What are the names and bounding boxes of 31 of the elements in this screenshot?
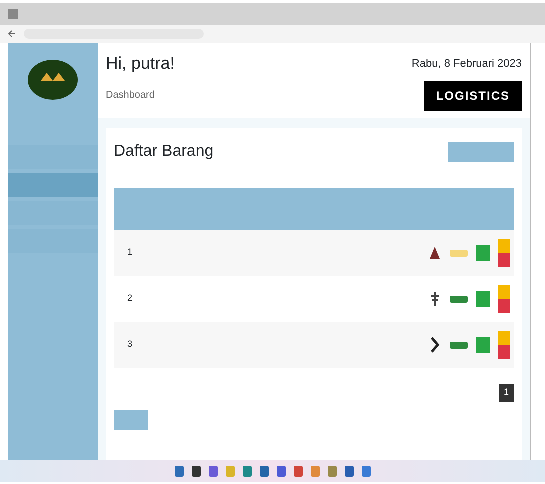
taskbar-app-icon[interactable] [276,466,286,476]
row-number: 1 [126,246,134,260]
back-button[interactable] [114,410,148,430]
sidebar-item[interactable] [8,145,98,169]
browser-tab-icon[interactable] [8,9,18,19]
logo-icon [27,59,79,101]
breadcrumb[interactable]: Dashboard [106,88,155,103]
edit-button[interactable] [476,245,490,261]
logo-text: LOGISTICS [424,80,522,110]
add-button[interactable] [448,142,514,162]
row-number: 2 [126,292,134,306]
delete-button[interactable] [498,345,510,359]
taskbar-app-icon[interactable] [192,466,200,476]
taskbar-app-icon[interactable] [260,466,268,476]
delete-button[interactable] [498,253,510,267]
page-button[interactable]: 1 [498,384,514,402]
sidebar-item[interactable] [8,201,98,225]
sidebar-item[interactable] [8,173,98,197]
date-text: Rabu, 8 Februari 2023 [412,56,522,72]
edit-button[interactable] [476,291,490,307]
edit-button[interactable] [476,337,490,353]
page-title: Daftar Barang [114,142,214,162]
update-button[interactable] [498,285,510,299]
greeting: Hi, putra! [106,53,175,75]
update-button[interactable] [498,239,510,253]
back-icon[interactable] [8,30,16,38]
update-button[interactable] [498,331,510,345]
sidebar-item[interactable] [8,229,98,253]
taskbar-app-icon[interactable] [344,466,354,476]
delete-button[interactable] [498,299,510,313]
row-number: 3 [126,338,134,352]
